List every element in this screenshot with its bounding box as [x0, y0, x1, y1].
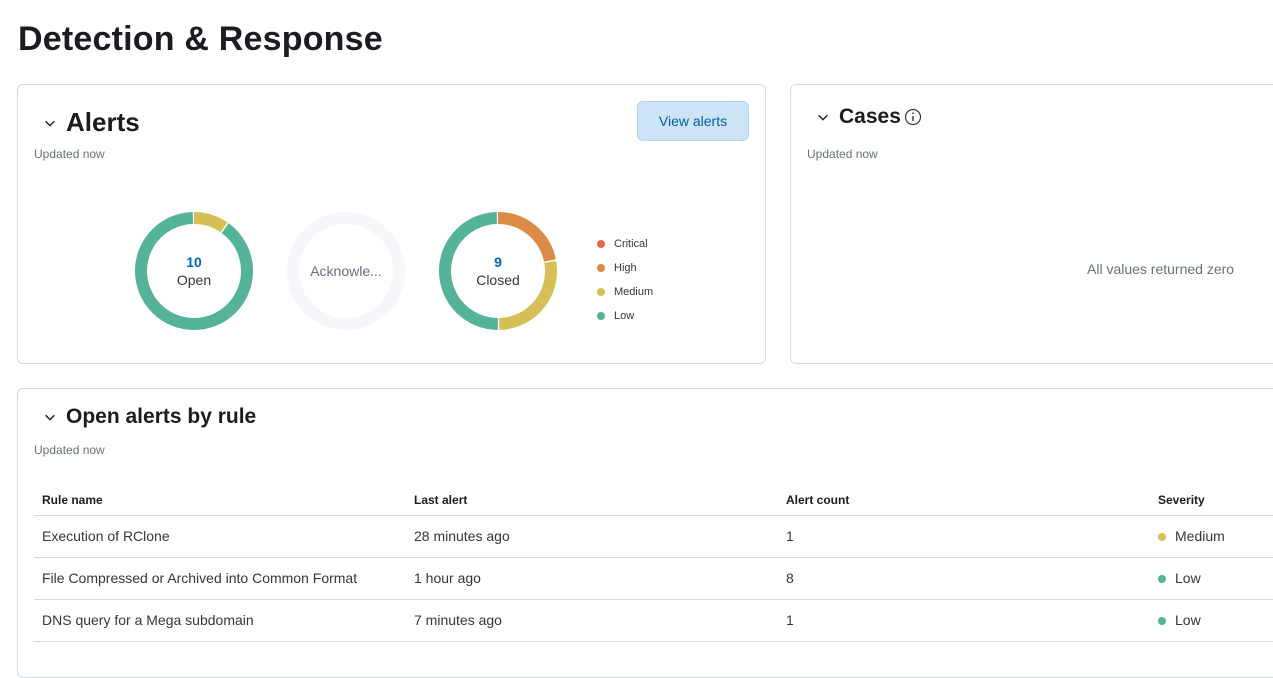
severity-cell: Medium — [1150, 515, 1273, 558]
cases-header: Cases — [813, 105, 922, 129]
column-header-last-alert[interactable]: Last alert — [406, 485, 778, 516]
rules-updated: Updated now — [34, 443, 105, 457]
legend-label: Medium — [614, 286, 654, 298]
chevron-down-icon[interactable] — [813, 107, 833, 127]
info-icon[interactable] — [904, 108, 922, 126]
severity-cell: Low — [1150, 599, 1273, 642]
rules-title: Open alerts by rule — [66, 405, 257, 428]
cases-title: Cases — [839, 105, 901, 128]
cases-panel: Cases Updated now All values returned ze… — [790, 84, 1273, 364]
severity-label: Medium — [1175, 528, 1225, 544]
column-header-alert-count[interactable]: Alert count — [778, 485, 1150, 516]
severity-legend: Critical High Medium Low — [597, 232, 653, 328]
alert-count-link[interactable]: 1 — [778, 599, 1150, 642]
rules-table: Rule name Last alert Alert count Severit… — [34, 485, 1273, 642]
donut-acknowledged[interactable]: Acknowle... — [286, 211, 406, 331]
cases-updated: Updated now — [807, 147, 878, 161]
last-alert-cell: 1 hour ago — [406, 557, 778, 600]
cases-empty-message: All values returned zero — [1087, 261, 1235, 277]
legend-label: Critical — [614, 238, 648, 250]
legend-item-critical[interactable]: Critical — [597, 232, 653, 256]
rule-name-link[interactable]: Execution of RClone — [34, 515, 406, 558]
page-title: Detection & Response — [18, 20, 383, 58]
donut-closed-label: Closed — [476, 272, 520, 288]
table-row: DNS query for a Mega subdomain 7 minutes… — [34, 599, 1273, 642]
donut-open[interactable]: 10 Open — [134, 211, 254, 331]
alerts-title: Alerts — [66, 107, 140, 137]
severity-label: Low — [1175, 612, 1201, 628]
legend-dot — [597, 264, 605, 272]
alerts-panel: Alerts Updated now View alerts 10 Open A… — [17, 84, 766, 364]
legend-item-medium[interactable]: Medium — [597, 280, 653, 304]
severity-dot — [1158, 533, 1166, 542]
open-alerts-by-rule-panel: Open alerts by rule Updated now Rule nam… — [17, 388, 1273, 678]
donut-open-count: 10 — [186, 254, 202, 270]
legend-item-low[interactable]: Low — [597, 304, 653, 328]
column-header-rule-name[interactable]: Rule name — [34, 485, 406, 516]
table-header-row: Rule name Last alert Alert count Severit… — [34, 485, 1273, 516]
chevron-down-icon[interactable] — [40, 407, 60, 427]
severity-label: Low — [1175, 570, 1201, 586]
alerts-updated: Updated now — [34, 147, 105, 161]
legend-label: High — [614, 262, 637, 274]
severity-cell: Low — [1150, 557, 1273, 600]
table-row: Execution of RClone 28 minutes ago 1 Med… — [34, 515, 1273, 558]
table-row: File Compressed or Archived into Common … — [34, 557, 1273, 600]
severity-dot — [1158, 617, 1166, 626]
legend-label: Low — [614, 310, 635, 322]
last-alert-cell: 28 minutes ago — [406, 515, 778, 558]
chevron-down-icon[interactable] — [40, 113, 60, 133]
rule-name-link[interactable]: File Compressed or Archived into Common … — [34, 557, 406, 600]
legend-item-high[interactable]: High — [597, 256, 653, 280]
donut-acknowledged-label: Acknowle... — [310, 263, 382, 279]
rules-header: Open alerts by rule — [40, 405, 256, 429]
last-alert-cell: 7 minutes ago — [406, 599, 778, 642]
alert-count-link[interactable]: 8 — [778, 557, 1150, 600]
alerts-header: Alerts — [40, 107, 140, 138]
rule-name-link[interactable]: DNS query for a Mega subdomain — [34, 599, 406, 642]
legend-dot — [597, 240, 605, 248]
legend-dot — [597, 312, 605, 320]
alert-count-link[interactable]: 1 — [778, 515, 1150, 558]
donut-open-label: Open — [176, 272, 212, 288]
view-alerts-button[interactable]: View alerts — [637, 101, 749, 141]
severity-dot — [1158, 575, 1166, 584]
donut-closed[interactable]: 9 Closed — [438, 211, 558, 331]
donut-closed-count: 9 — [494, 254, 502, 270]
column-header-severity[interactable]: Severity — [1150, 485, 1273, 516]
legend-dot — [597, 288, 605, 296]
